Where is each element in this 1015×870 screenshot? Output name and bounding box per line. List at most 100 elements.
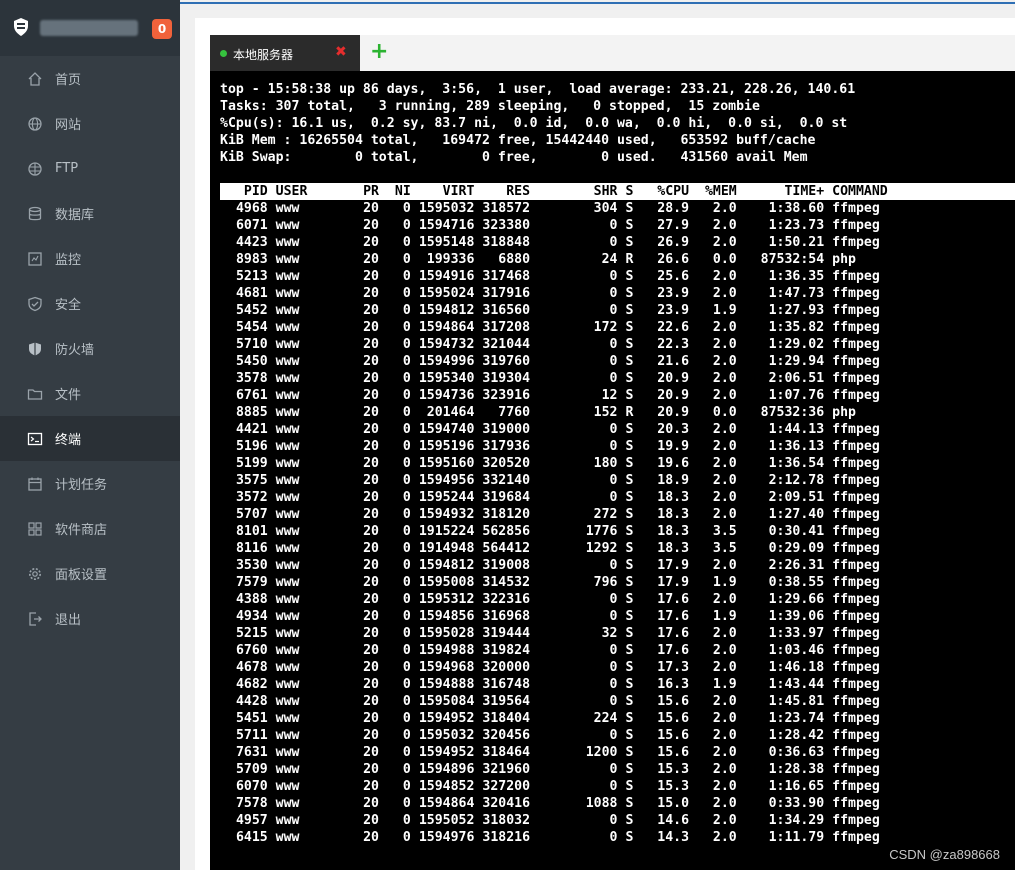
process-cell: ffmpeg — [832, 456, 880, 471]
sidebar-item-label: 终端 — [55, 433, 82, 448]
process-row: 4423 www 20 0 1595148 318848 0 S 26.9 2.0 1:50.21 f… — [220, 234, 1015, 251]
process-cell: 0:36.63 — [768, 745, 825, 760]
sidebar-item-label: 数据库 — [55, 208, 95, 223]
process-cell: ffmpeg — [832, 830, 880, 845]
sidebar-header: 0 — [0, 0, 180, 56]
process-row: 3575 www 20 0 1594956 332140 0 S 18.9 2.0 2:12.78 f… — [220, 472, 1015, 489]
process-row: 5710 www 20 0 1594732 321044 0 S 22.3 2.0 1:29.02 f… — [220, 336, 1015, 353]
process-cell: php — [832, 252, 856, 267]
process-cell: 8101 — [235, 524, 268, 539]
sidebar-item-label: 监控 — [55, 253, 82, 268]
process-cell: 1:11.79 — [768, 830, 825, 845]
process-cell: 1:50.21 — [768, 235, 825, 250]
process-row: 5196 www 20 0 1595196 317936 0 S 19.9 2.0 1:36.13 f… — [220, 438, 1015, 455]
process-cell: 1:03.46 — [768, 643, 825, 658]
process-cell: 0:38.55 — [768, 575, 825, 590]
process-cell: 1:29.02 — [768, 337, 825, 352]
sidebar-item-label: 文件 — [55, 388, 82, 403]
process-row: 5199 www 20 0 1595160 320520 180 S 19.6 2.0 1:36.5… — [220, 455, 1015, 472]
process-cell: 5215 — [235, 626, 268, 641]
globe-icon — [27, 116, 43, 132]
mem-summary-line: KiB Mem : 16265504 total, 169472 free, 1… — [220, 133, 816, 148]
process-row: 8983 www 20 0 199336 6880 24 R 26.6 0.0 87532:54 ph… — [220, 251, 1015, 268]
notification-badge[interactable]: 0 — [152, 19, 172, 39]
terminal-output[interactable]: top - 15:58:38 up 86 days, 3:56, 1 user,… — [210, 71, 1015, 870]
gear-icon — [27, 566, 43, 582]
process-cell: ffmpeg — [832, 235, 880, 250]
process-cell: 8885 — [235, 405, 268, 420]
process-row: 3530 www 20 0 1594812 319008 0 S 17.9 2.0 2:26.31 f… — [220, 557, 1015, 574]
process-row: 4682 www 20 0 1594888 316748 0 S 16.3 1.9 1:43.44 f… — [220, 676, 1015, 693]
process-cell: ffmpeg — [832, 592, 880, 607]
folder-icon — [27, 386, 43, 402]
process-cell: 1:47.73 — [768, 286, 825, 301]
process-cell: ffmpeg — [832, 303, 880, 318]
process-cell: 2:09.51 — [768, 490, 825, 505]
process-cell: 4388 — [235, 592, 268, 607]
process-cell: ffmpeg — [832, 490, 880, 505]
watermark: CSDN @za898668 — [889, 847, 1000, 862]
process-cell: php — [832, 405, 856, 420]
process-cell: 1:36.13 — [768, 439, 825, 454]
process-cell: 4957 — [235, 813, 268, 828]
process-row: 4934 www 20 0 1594856 316968 0 S 17.6 1.9 1:39.06 f… — [220, 608, 1015, 625]
process-cell: 5199 — [235, 456, 268, 471]
process-cell: 1:34.29 — [768, 813, 825, 828]
process-row: 4421 www 20 0 1594740 319000 0 S 20.3 2.0 1:44.13 f… — [220, 421, 1015, 438]
process-row: 6071 www 20 0 1594716 323380 0 S 27.9 2.0 1:23.73 f… — [220, 217, 1015, 234]
process-cell: ffmpeg — [832, 286, 880, 301]
cpu-summary-line: %Cpu(s): 16.1 us, 0.2 sy, 83.7 ni, 0.0 i… — [220, 116, 848, 131]
close-tab-icon[interactable]: ✖ — [335, 44, 347, 60]
sidebar-item-label: 防火墙 — [55, 343, 95, 358]
process-cell: ffmpeg — [832, 201, 880, 216]
shield-check-icon — [27, 296, 43, 312]
process-row: 4968 www 20 0 1595032 318572 304 S 28.9 2.0 1:38.6… — [220, 200, 1015, 217]
top-summary-line: top - 15:58:38 up 86 days, 3:56, 1 user,… — [220, 82, 856, 97]
sidebar-item-label: 安全 — [55, 298, 82, 313]
column-header: TIME+ — [784, 184, 825, 199]
process-cell: 1:35.82 — [768, 320, 825, 335]
sidebar-item-label: 网站 — [55, 118, 82, 133]
process-row: 4957 www 20 0 1595052 318032 0 S 14.6 2.0 1:34.29 f… — [220, 812, 1015, 829]
process-cell: 1:36.35 — [768, 269, 825, 284]
process-cell: 3575 — [235, 473, 268, 488]
process-table-header: PID USER PR NI VIRT RES SHR S %CPU %MEM TIME+ COMMA… — [220, 183, 1015, 200]
tab-local-server[interactable]: 本地服务器 ✖ — [210, 35, 360, 71]
sidebar-item-label: 计划任务 — [55, 478, 108, 493]
process-cell: 4968 — [235, 201, 268, 216]
firewall-icon — [27, 341, 43, 357]
sidebar-item-1[interactable]: 网站 — [0, 101, 180, 146]
process-cell: 1:29.94 — [768, 354, 825, 369]
process-row: 8101 www 20 0 1915224 562856 1776 S 18.3 3.5 0:30.… — [220, 523, 1015, 540]
process-cell: 87532:54 — [760, 252, 825, 267]
process-row: 4428 www 20 0 1595084 319564 0 S 15.6 2.0 1:45.81 f… — [220, 693, 1015, 710]
process-cell: 6070 — [235, 779, 268, 794]
process-cell: 5711 — [235, 728, 268, 743]
process-cell: 5451 — [235, 711, 268, 726]
process-row: 6761 www 20 0 1594736 323916 12 S 20.9 2.0 1:07.76… — [220, 387, 1015, 404]
process-cell: ffmpeg — [832, 371, 880, 386]
process-cell: ffmpeg — [832, 813, 880, 828]
process-cell: 1:28.38 — [768, 762, 825, 777]
process-cell: 4428 — [235, 694, 268, 709]
process-row: 8885 www 20 0 201464 7760 152 R 20.9 0.0 87532:36 p… — [220, 404, 1015, 421]
sidebar-item-0[interactable]: 首页 — [0, 56, 180, 101]
process-cell: 5710 — [235, 337, 268, 352]
process-row: 5454 www 20 0 1594864 317208 172 S 22.6 2.0 1:35.8… — [220, 319, 1015, 336]
process-cell: 87532:36 — [760, 405, 825, 420]
process-cell: ffmpeg — [832, 524, 880, 539]
add-tab-icon[interactable]: + — [370, 38, 388, 66]
process-cell: 5452 — [235, 303, 268, 318]
tab-label: 本地服务器 — [233, 48, 294, 62]
process-cell: 1:33.97 — [768, 626, 825, 641]
process-cell: ffmpeg — [832, 660, 880, 675]
database-icon — [27, 206, 43, 222]
process-cell: 6761 — [235, 388, 268, 403]
process-cell: 2:06.51 — [768, 371, 825, 386]
column-header: PID — [243, 184, 268, 199]
connected-status-icon — [220, 50, 227, 57]
process-cell: ffmpeg — [832, 422, 880, 437]
column-header: COMMAND — [832, 184, 888, 199]
process-cell: 1:45.81 — [768, 694, 825, 709]
process-cell: 1:29.66 — [768, 592, 825, 607]
